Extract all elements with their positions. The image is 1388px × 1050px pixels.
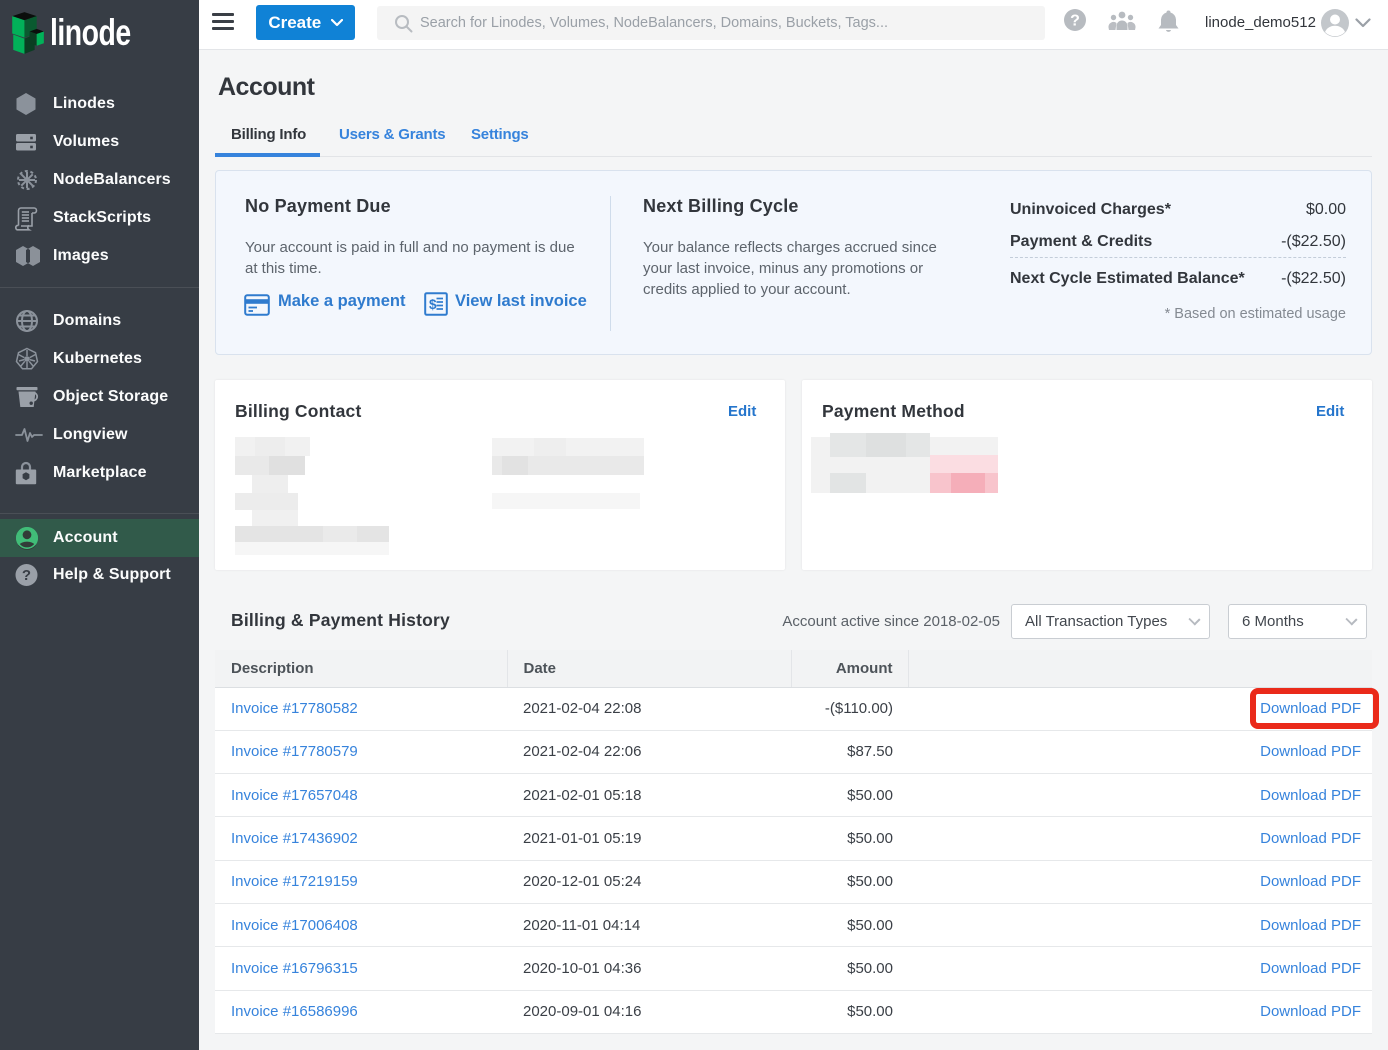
svg-text:?: ? [22,567,31,584]
svg-text:?: ? [1070,13,1080,30]
svg-text:$: $ [429,297,437,312]
